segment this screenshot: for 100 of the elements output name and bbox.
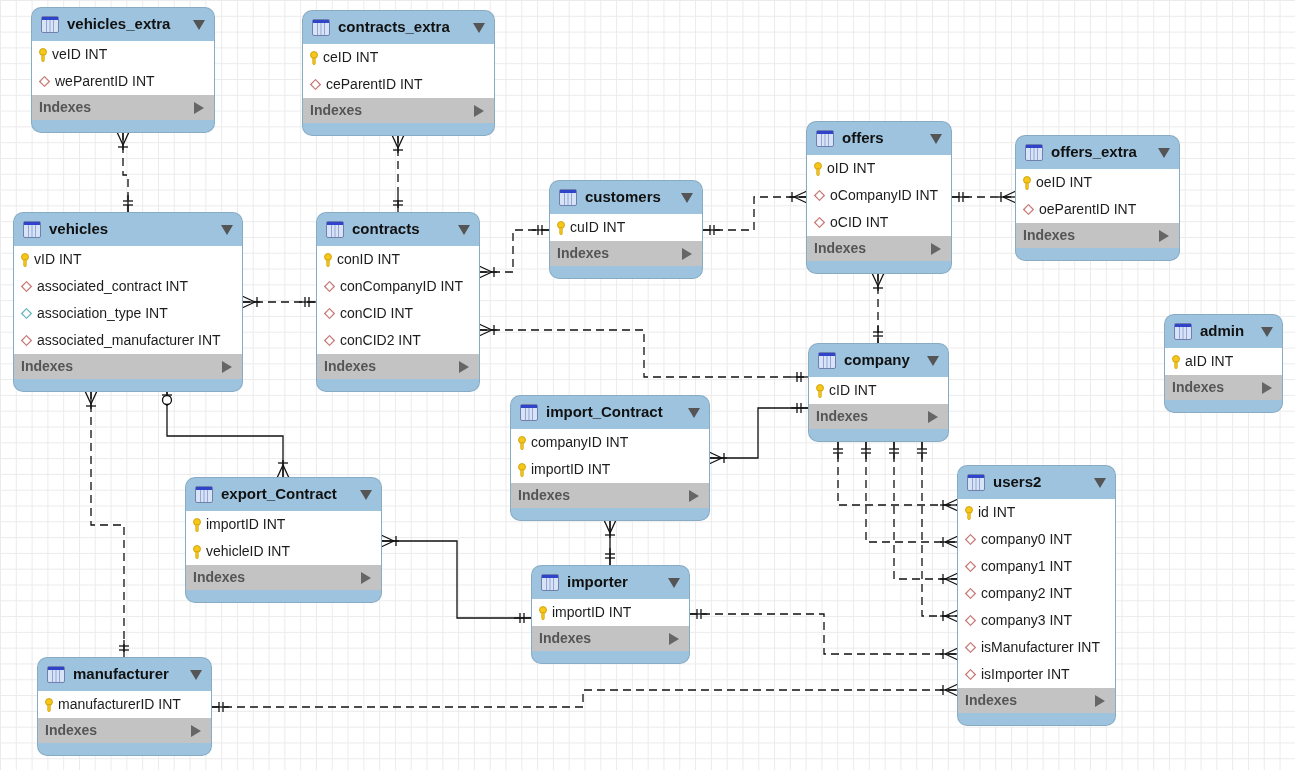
table-title: export_Contract	[221, 484, 337, 505]
column-label: company0 INT	[981, 530, 1073, 549]
key-icon	[39, 47, 47, 62]
indexes-toggle[interactable]: Indexes	[550, 241, 702, 266]
indexes-toggle[interactable]: Indexes	[958, 688, 1115, 713]
column-label: oeID INT	[1036, 173, 1092, 192]
key-icon	[557, 220, 565, 235]
indexes-toggle[interactable]: Indexes	[1165, 375, 1282, 400]
expand-triangle-icon	[1159, 229, 1169, 242]
diamond-icon	[965, 534, 976, 545]
table-title: manufacturer	[73, 664, 169, 685]
column-label: conCID2 INT	[340, 331, 421, 350]
expand-triangle-icon	[194, 101, 204, 114]
column-label: company3 INT	[981, 611, 1073, 630]
dropdown-triangle-icon[interactable]	[190, 669, 202, 680]
expand-triangle-icon	[669, 632, 679, 645]
diamond-icon	[21, 308, 32, 319]
indexes-toggle[interactable]: Indexes	[807, 236, 951, 261]
key-icon	[518, 435, 526, 450]
dropdown-triangle-icon[interactable]	[668, 577, 680, 588]
table-icon	[326, 221, 344, 238]
indexes-toggle[interactable]: Indexes	[38, 718, 211, 743]
indexes-toggle[interactable]: Indexes	[14, 354, 242, 379]
column-label: vID INT	[34, 250, 82, 269]
key-icon	[816, 383, 824, 398]
indexes-toggle[interactable]: Indexes	[511, 483, 709, 508]
dropdown-triangle-icon[interactable]	[473, 22, 485, 33]
column-label: conCID INT	[340, 304, 414, 323]
table-icon	[818, 352, 836, 369]
column-label: oeParentID INT	[1039, 200, 1137, 219]
table-title: importer	[567, 572, 628, 593]
expand-triangle-icon	[928, 410, 938, 423]
dropdown-triangle-icon[interactable]	[927, 355, 939, 366]
indexes-toggle[interactable]: Indexes	[186, 565, 381, 590]
dropdown-triangle-icon[interactable]	[681, 192, 693, 203]
key-icon	[814, 161, 822, 176]
column-label: associated_manufacturer INT	[37, 331, 221, 350]
indexes-toggle[interactable]: Indexes	[1016, 223, 1179, 248]
diamond-icon	[21, 335, 32, 346]
dropdown-triangle-icon[interactable]	[930, 133, 942, 144]
table-icon	[520, 404, 538, 421]
table-title: offers_extra	[1051, 142, 1137, 163]
expand-triangle-icon	[474, 104, 484, 117]
dropdown-triangle-icon[interactable]	[458, 224, 470, 235]
expand-triangle-icon	[222, 360, 232, 373]
diamond-icon	[324, 335, 335, 346]
diamond-icon	[1023, 204, 1034, 215]
key-icon	[1172, 354, 1180, 369]
diamond-icon	[324, 281, 335, 292]
dropdown-triangle-icon[interactable]	[221, 224, 233, 235]
dropdown-triangle-icon[interactable]	[1261, 326, 1273, 337]
expand-triangle-icon	[1095, 694, 1105, 707]
indexes-toggle[interactable]: Indexes	[32, 95, 214, 120]
dropdown-triangle-icon[interactable]	[360, 489, 372, 500]
column-label: isManufacturer INT	[981, 638, 1101, 657]
key-icon	[310, 50, 318, 65]
column-label: conID INT	[337, 250, 400, 269]
key-icon	[45, 697, 53, 712]
column-label: company1 INT	[981, 557, 1073, 576]
key-icon	[539, 605, 547, 620]
column-label: conCompanyID INT	[340, 277, 463, 296]
table-title: company	[844, 350, 910, 371]
column-label: importID INT	[206, 515, 286, 534]
expand-triangle-icon	[1262, 381, 1272, 394]
diamond-icon	[965, 642, 976, 653]
table-icon	[312, 19, 330, 36]
column-label: cuID INT	[570, 218, 626, 237]
table-title: offers	[842, 128, 884, 149]
table-icon	[559, 189, 577, 206]
diamond-icon	[814, 217, 825, 228]
table-title: import_Contract	[546, 402, 663, 423]
diamond-icon	[21, 281, 32, 292]
expand-triangle-icon	[931, 242, 941, 255]
key-icon	[193, 544, 201, 559]
table-icon	[195, 486, 213, 503]
column-label: ceID INT	[323, 48, 379, 67]
diamond-icon	[965, 588, 976, 599]
table-icon	[47, 666, 65, 683]
table-icon	[816, 130, 834, 147]
diamond-icon	[965, 615, 976, 626]
indexes-toggle[interactable]: Indexes	[317, 354, 479, 379]
column-label: importID INT	[531, 460, 611, 479]
column-label: weParentID INT	[55, 72, 155, 91]
column-label: importID INT	[552, 603, 632, 622]
dropdown-triangle-icon[interactable]	[688, 407, 700, 418]
dropdown-triangle-icon[interactable]	[193, 19, 205, 30]
table-icon	[541, 574, 559, 591]
indexes-toggle[interactable]: Indexes	[303, 98, 494, 123]
table-title: admin	[1200, 321, 1245, 342]
expand-triangle-icon	[361, 571, 371, 584]
diamond-icon	[324, 308, 335, 319]
indexes-toggle[interactable]: Indexes	[532, 626, 689, 651]
column-label: aID INT	[1185, 352, 1234, 371]
column-label: companyID INT	[531, 433, 629, 452]
diamond-icon	[814, 190, 825, 201]
dropdown-triangle-icon[interactable]	[1158, 147, 1170, 158]
column-label: isImporter INT	[981, 665, 1070, 684]
indexes-toggle[interactable]: Indexes	[809, 404, 948, 429]
dropdown-triangle-icon[interactable]	[1094, 477, 1106, 488]
table-title: vehicles	[49, 219, 109, 240]
